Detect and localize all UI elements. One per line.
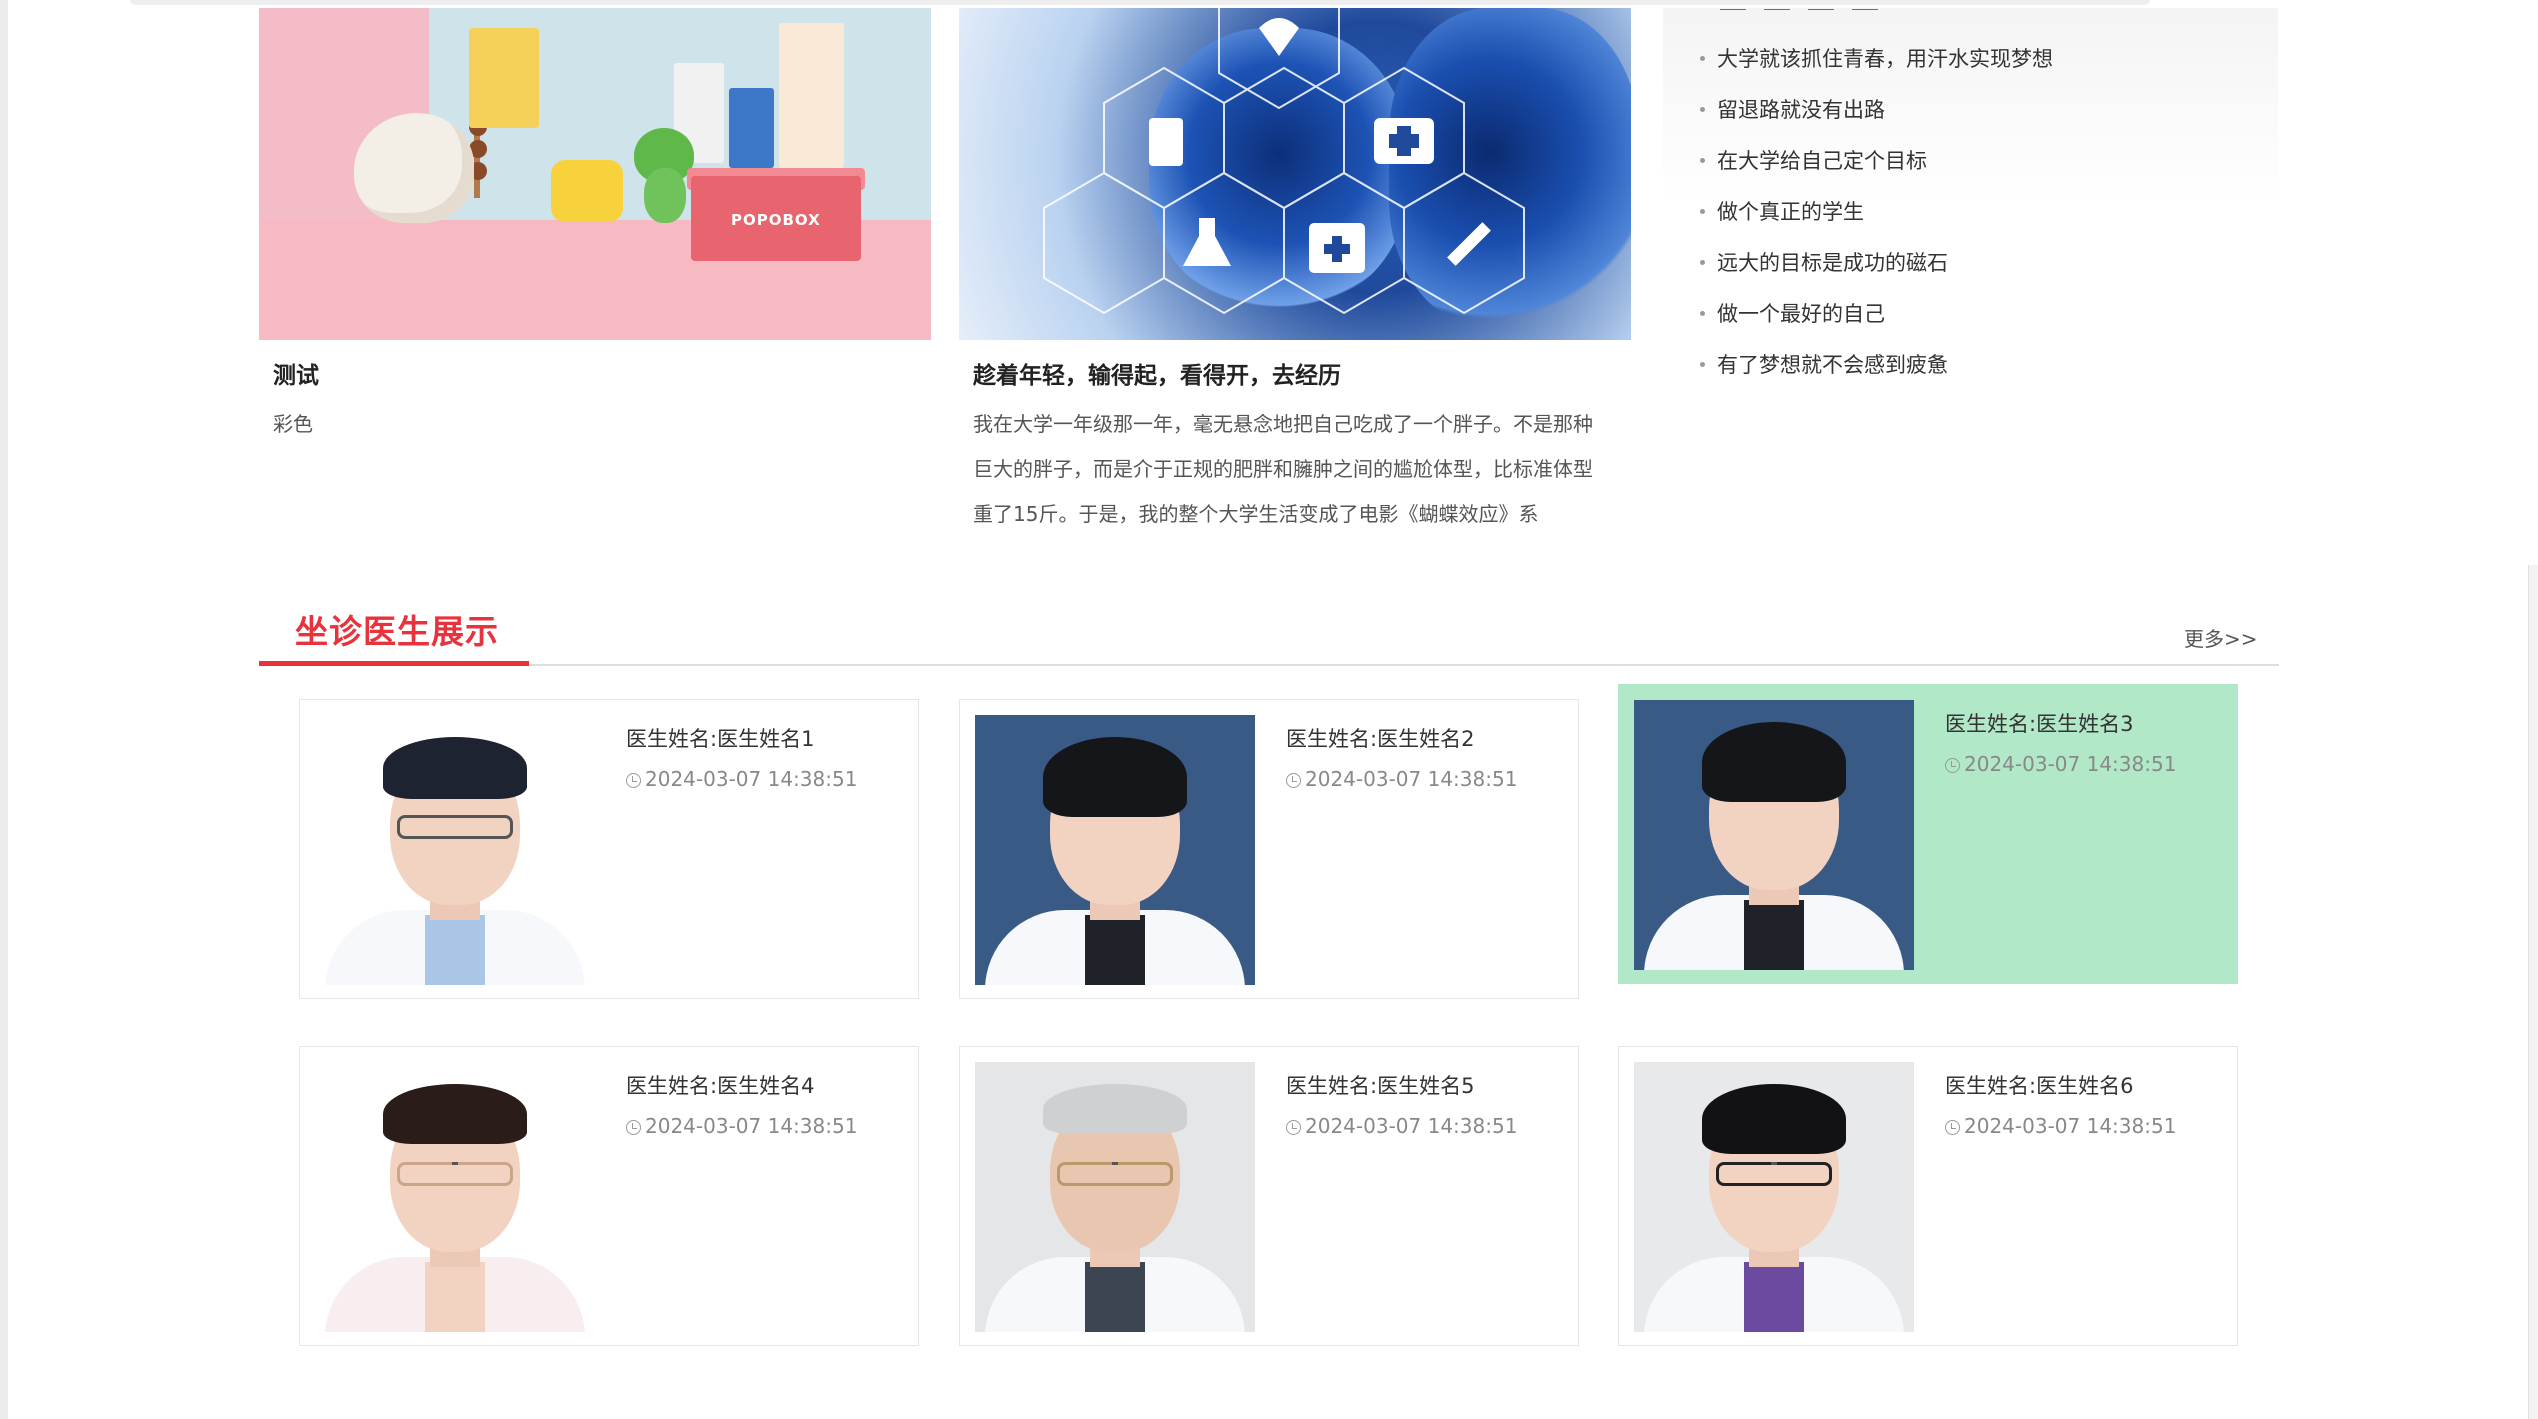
list-item[interactable]: 在大学给自己定个目标 <box>1700 145 1927 175</box>
doctor-name[interactable]: 医生姓名:医生姓名6 <box>1945 1070 2133 1100</box>
doctor-photo-3[interactable] <box>1634 700 1914 970</box>
doctor-name[interactable]: 医生姓名:医生姓名3 <box>1945 708 2133 738</box>
clock-icon <box>1945 758 1960 773</box>
doctor-date: 2024-03-07 14:38:51 <box>1945 1114 2176 1138</box>
article-card-2[interactable] <box>959 8 1631 340</box>
clock-icon <box>1286 773 1301 788</box>
list-item[interactable]: 大学就该抓住青春，用汗水实现梦想 <box>1700 43 2053 73</box>
doctor-date: 2024-03-07 14:38:51 <box>1945 752 2176 776</box>
article-thumbnail-2[interactable] <box>959 8 1631 340</box>
doctor-card-1[interactable]: 医生姓名:医生姓名1 2024-03-07 14:38:51 <box>299 699 919 999</box>
article-desc-1: 彩色 <box>273 412 313 436</box>
scrollbar[interactable] <box>2528 565 2538 1419</box>
doctor-name[interactable]: 医生姓名:医生姓名5 <box>1286 1070 1474 1100</box>
doctor-photo-4[interactable] <box>315 1062 595 1332</box>
medical-hex-icons <box>1043 8 1525 315</box>
article-title-1[interactable]: 测试 <box>273 356 319 390</box>
doctor-date: 2024-03-07 14:38:51 <box>626 767 857 791</box>
doctor-name[interactable]: 医生姓名:医生姓名2 <box>1286 723 1474 753</box>
clock-icon <box>1286 1120 1301 1135</box>
doctor-card-6[interactable]: 医生姓名:医生姓名6 2024-03-07 14:38:51 <box>1618 1046 2238 1346</box>
doctor-photo-6[interactable] <box>1634 1062 1914 1332</box>
doctor-card-2[interactable]: 医生姓名:医生姓名2 2024-03-07 14:38:51 <box>959 699 1579 999</box>
article-title-2[interactable]: 趁着年轻，输得起，看得开，去经历 <box>973 356 1341 390</box>
article-card-1[interactable]: POPOBOX <box>259 8 931 340</box>
list-item[interactable]: 做一个最好的自己 <box>1700 298 1885 328</box>
section-title: 坐诊医生展示 <box>295 612 499 651</box>
list-item[interactable]: 远大的目标是成功的磁石 <box>1700 247 1948 277</box>
doctor-photo-1[interactable] <box>315 715 595 985</box>
doctor-photo-2[interactable] <box>975 715 1255 985</box>
doctor-name[interactable]: 医生姓名:医生姓名4 <box>626 1070 814 1100</box>
section-divider <box>259 664 2279 666</box>
section-title-underline <box>259 661 529 666</box>
doctor-card-3[interactable]: 医生姓名:医生姓名3 2024-03-07 14:38:51 <box>1618 684 2238 984</box>
doctor-date: 2024-03-07 14:38:51 <box>626 1114 857 1138</box>
clock-icon <box>626 1120 641 1135</box>
clock-icon <box>626 773 641 788</box>
doctor-photo-5[interactable] <box>975 1062 1255 1332</box>
article-desc-2: 我在大学一年级那一年，毫无悬念地把自己吃成了一个胖子。不是那种巨大的胖子，而是介… <box>973 412 1593 526</box>
window-left-edge <box>0 0 8 1419</box>
article-thumbnail-1[interactable]: POPOBOX <box>259 8 931 340</box>
doctor-date: 2024-03-07 14:38:51 <box>1286 1114 1517 1138</box>
clock-icon <box>1945 1120 1960 1135</box>
more-link[interactable]: 更多>> <box>2184 623 2258 652</box>
doctor-date: 2024-03-07 14:38:51 <box>1286 767 1517 791</box>
list-heading-clipped <box>1720 0 1940 10</box>
box-label: POPOBOX <box>731 211 821 229</box>
doctor-name[interactable]: 医生姓名:医生姓名1 <box>626 723 814 753</box>
list-item[interactable]: 留退路就没有出路 <box>1700 94 1885 124</box>
doctor-card-5[interactable]: 医生姓名:医生姓名5 2024-03-07 14:38:51 <box>959 1046 1579 1346</box>
list-item[interactable]: 有了梦想就不会感到疲惫 <box>1700 349 1948 379</box>
doctor-card-4[interactable]: 医生姓名:医生姓名4 2024-03-07 14:38:51 <box>299 1046 919 1346</box>
list-item[interactable]: 做个真正的学生 <box>1700 196 1864 226</box>
